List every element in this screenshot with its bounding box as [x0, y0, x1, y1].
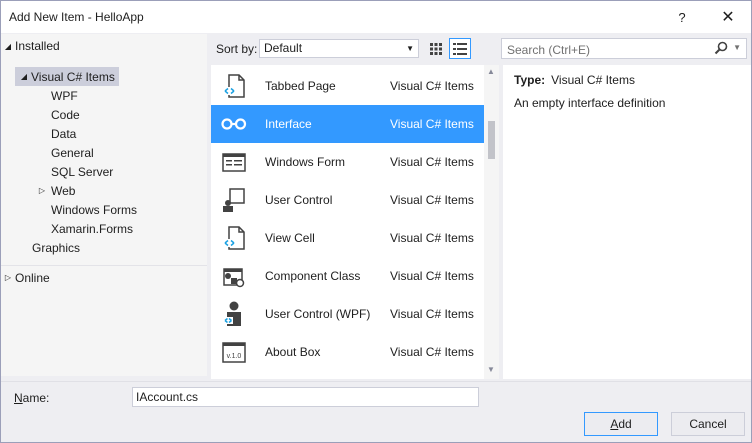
xaml-page-icon — [223, 74, 245, 98]
list-item-view-cell[interactable]: View Cell Visual C# Items — [211, 219, 484, 257]
item-category: Visual C# Items — [390, 345, 474, 359]
add-button[interactable]: Add — [584, 412, 658, 436]
item-name: Tabbed Page — [265, 79, 336, 93]
collapsed-arrow-icon[interactable]: ▷ — [35, 186, 49, 195]
about-box-icon: v.1.0 — [222, 342, 246, 363]
chevron-down-icon: ▼ — [406, 44, 414, 53]
tree-item-data[interactable]: Data — [51, 124, 76, 143]
type-label: Type: — [514, 73, 546, 87]
item-category: Visual C# Items — [390, 269, 474, 283]
item-name: User Control (WPF) — [265, 307, 371, 321]
tree-item-label: Windows Forms — [51, 202, 138, 217]
details-panel: Type: Visual C# Items An empty interface … — [503, 65, 751, 379]
item-name: Windows Form — [265, 155, 346, 169]
scroll-up-icon[interactable]: ▲ — [487, 67, 495, 76]
tree-item-label: Web — [51, 183, 76, 198]
tree-section-installed[interactable]: ◢ Installed — [1, 34, 207, 58]
tree-item-label: Graphics — [32, 240, 81, 255]
user-control-icon — [223, 188, 245, 212]
item-category: Visual C# Items — [390, 307, 474, 321]
tree-item-label: Code — [51, 107, 80, 122]
add-label-rest: dd — [618, 417, 632, 431]
cancel-button[interactable]: Cancel — [671, 412, 745, 436]
tree-item-wpf[interactable]: WPF — [51, 86, 78, 105]
tree-item-sql-server[interactable]: SQL Server — [51, 162, 113, 181]
component-class-icon — [223, 268, 245, 288]
tree-item-label: Visual C# Items — [31, 69, 115, 84]
item-category: Visual C# Items — [390, 117, 474, 131]
online-label: Online — [15, 270, 50, 285]
installed-label: Installed — [15, 39, 60, 53]
details-view-button[interactable] — [449, 38, 471, 59]
windows-form-icon — [222, 153, 246, 172]
item-name: Component Class — [265, 269, 361, 283]
list-item-interface[interactable]: Interface Visual C# Items — [211, 105, 484, 143]
search-input[interactable]: Search (Ctrl+E) — [507, 43, 590, 57]
search-box[interactable]: Search (Ctrl+E) ▼ — [501, 38, 747, 59]
medium-icons-view-button[interactable] — [425, 38, 447, 59]
type-row: Type: Visual C# Items — [514, 73, 635, 87]
type-value: Visual C# Items — [551, 73, 635, 87]
list-item-tabbed-page[interactable]: Tabbed Page Visual C# Items — [211, 67, 484, 105]
search-icon[interactable] — [714, 41, 728, 55]
sort-dropdown[interactable]: Default ▼ — [259, 39, 419, 58]
item-name: Interface — [265, 117, 312, 131]
template-tree: ◢ Installed ◢ Visual C# Items WPF Code D… — [1, 34, 207, 376]
sort-label: Sort by: — [216, 42, 258, 56]
chevron-down-icon[interactable]: ▼ — [733, 43, 741, 52]
grid-view-icon — [430, 42, 442, 55]
template-list: Tabbed Page Visual C# Items Interface Vi… — [211, 65, 499, 379]
sort-bar: Sort by: Default ▼ — [207, 34, 499, 62]
interface-icon — [221, 118, 247, 130]
name-label-mnemonic: N — [14, 391, 23, 405]
user-control-wpf-icon — [223, 301, 241, 326]
collapsed-arrow-icon[interactable]: ▷ — [1, 273, 15, 282]
tree-item-label: Xamarin.Forms — [51, 221, 134, 236]
list-item-user-control[interactable]: User Control Visual C# Items — [211, 181, 484, 219]
item-name: About Box — [265, 345, 321, 359]
tree-item-label: SQL Server — [51, 164, 114, 179]
tree-item-general[interactable]: General — [51, 143, 94, 162]
name-label: Name: — [14, 391, 49, 405]
list-item-component-class[interactable]: Component Class Visual C# Items — [211, 257, 484, 295]
list-scrollbar[interactable]: ▲ ▼ — [484, 65, 499, 379]
list-view-icon — [453, 42, 467, 55]
tree-item-code[interactable]: Code — [51, 105, 80, 124]
tree-item-label: Data — [51, 126, 77, 141]
window-title: Add New Item - HelloApp — [9, 10, 144, 24]
help-button[interactable]: ? — [659, 1, 705, 33]
item-category: Visual C# Items — [390, 193, 474, 207]
tree-item-label: WPF — [51, 88, 78, 103]
sort-value: Default — [264, 41, 303, 55]
name-label-rest: ame: — [22, 391, 50, 405]
list-item-about-box[interactable]: v.1.0 About Box Visual C# Items — [211, 333, 484, 371]
tree-item-xamarin-forms[interactable]: Xamarin.Forms — [51, 219, 133, 238]
scroll-down-icon[interactable]: ▼ — [487, 365, 495, 374]
tree-item-windows-forms[interactable]: Windows Forms — [51, 200, 137, 219]
item-category: Visual C# Items — [390, 79, 474, 93]
scroll-thumb[interactable] — [488, 121, 495, 159]
expanded-arrow-icon[interactable]: ◢ — [17, 72, 31, 81]
close-button[interactable]: ✕ — [705, 1, 751, 33]
item-name: View Cell — [265, 231, 315, 245]
name-bar: Name: — [1, 381, 751, 411]
tree-section-online[interactable]: ▷ Online — [1, 265, 207, 289]
about-box-icon-text: v.1.0 — [227, 353, 242, 360]
item-name: User Control — [265, 193, 333, 207]
name-field[interactable] — [132, 387, 479, 407]
item-category: Visual C# Items — [390, 231, 474, 245]
item-category: Visual C# Items — [390, 155, 474, 169]
tree-item-web[interactable]: ▷ Web — [35, 181, 76, 200]
list-item-user-control-wpf[interactable]: User Control (WPF) Visual C# Items — [211, 295, 484, 333]
list-item-windows-form[interactable]: Windows Form Visual C# Items — [211, 143, 484, 181]
tree-item-graphics[interactable]: Graphics — [32, 238, 80, 257]
item-description: An empty interface definition — [514, 96, 666, 110]
title-bar: Add New Item - HelloApp ? ✕ — [1, 1, 751, 33]
expanded-arrow-icon[interactable]: ◢ — [1, 42, 15, 51]
add-mnemonic: A — [610, 417, 619, 431]
tree-item-visual-csharp[interactable]: ◢ Visual C# Items — [15, 67, 119, 86]
tree-item-label: General — [51, 145, 94, 160]
xaml-page-icon — [223, 226, 245, 250]
add-new-item-dialog: Add New Item - HelloApp ? ✕ ◢ Installed … — [0, 0, 752, 443]
